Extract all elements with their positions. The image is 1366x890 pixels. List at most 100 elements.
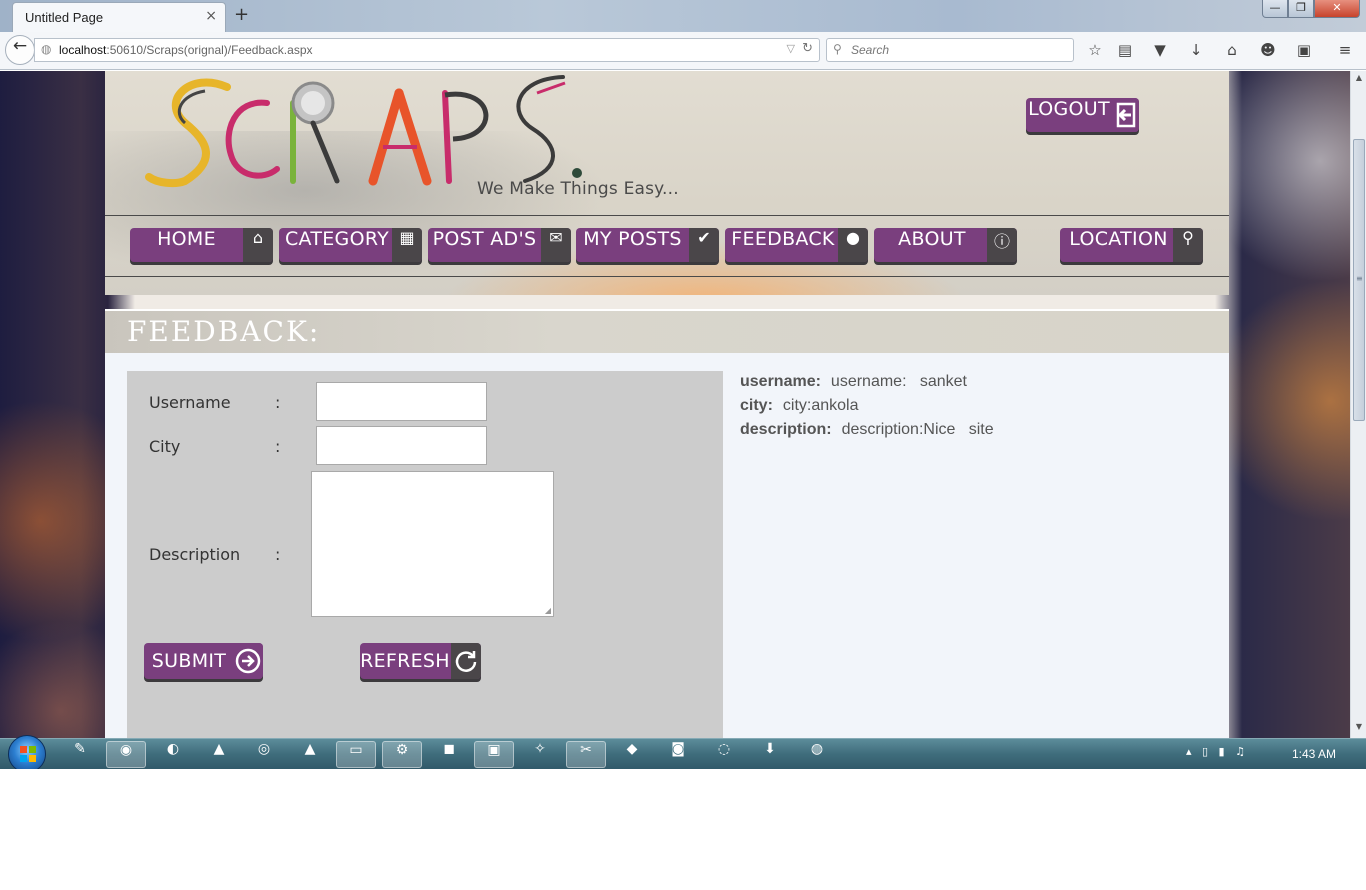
taskbar-clock[interactable]: 1:43 AM [1292, 747, 1336, 761]
blank-area [0, 769, 1366, 890]
nav-about-label: ABOUT [898, 228, 966, 250]
grid-icon: ▦ [392, 228, 422, 262]
scroll-down-icon[interactable]: ▼ [1353, 722, 1365, 734]
nav-my-posts[interactable]: MY POSTS ✔ [576, 228, 719, 262]
detail-username-row: username: username: sanket [740, 373, 994, 397]
arrow-circle-right-icon [233, 643, 263, 679]
paint-taskbar-icon[interactable]: ✧ [520, 741, 560, 768]
map-pin-icon: ⚲ [1173, 228, 1203, 262]
vlc-taskbar-icon[interactable]: ▲ [290, 741, 330, 768]
site-container: We Make Things Easy... LOGOUT HOME ⌂ CAT… [105, 71, 1229, 738]
detail-description-value: description:Nice site [841, 421, 994, 438]
sql-taskbar-icon[interactable]: ▣ [474, 741, 514, 768]
detail-description-row: description: description:Nice site [740, 421, 994, 445]
new-tab-button[interactable]: + [234, 4, 249, 25]
url-host: localhost [59, 43, 107, 57]
menu-icon[interactable]: ≡ [1334, 40, 1356, 62]
app-taskbar-icon[interactable]: ◎ [244, 741, 284, 768]
page-scrollbar[interactable]: ▲ ≡ ▼ [1350, 71, 1366, 738]
nav-about[interactable]: ABOUT ⓘ [874, 228, 1017, 262]
submit-label: SUBMIT [151, 650, 227, 672]
extension-icon[interactable]: ▣ [1293, 40, 1315, 62]
username-colon: : [275, 393, 281, 412]
logout-icon [1113, 98, 1139, 132]
skype-taskbar-icon[interactable]: ◌ [704, 741, 744, 768]
window-close-button[interactable]: ✕ [1314, 0, 1360, 18]
speech-bubble-icon: ● [838, 228, 868, 262]
info-icon: ⓘ [987, 228, 1017, 262]
tab-strip: Untitled Page × + — ❐ ✕ [0, 0, 1366, 32]
nav-post-ads-label: POST AD'S [432, 228, 537, 250]
pocket-icon[interactable]: ▼ [1149, 40, 1171, 62]
search-icon: ⚲ [833, 42, 842, 56]
refresh-button[interactable]: REFRESH [360, 643, 481, 679]
username-label: Username [149, 393, 231, 412]
feedback-header: FEEDBACK: [105, 309, 1229, 353]
downloader-taskbar-icon[interactable]: ⬇ [750, 741, 790, 768]
page-title: FEEDBACK: [127, 315, 321, 348]
scroll-thumb[interactable]: ≡ [1353, 139, 1365, 421]
scraps-logo [145, 75, 582, 188]
nav-my-posts-label: MY POSTS [583, 228, 682, 250]
submit-button[interactable]: SUBMIT [144, 643, 263, 679]
browser-chrome: Untitled Page × + — ❐ ✕ ← ◍ localhost:50… [0, 0, 1366, 70]
nav-category-label: CATEGORY [284, 228, 390, 250]
system-tray[interactable]: ▴ ▯ ▮ ♫ [1186, 745, 1245, 758]
visual-studio-taskbar-icon[interactable]: ◆ [612, 741, 652, 768]
main-nav: HOME ⌂ CATEGORY ▦ POST AD'S ✉ MY POSTS ✔… [105, 215, 1229, 277]
nav-post-ads[interactable]: POST AD'S ✉ [428, 228, 571, 262]
refresh-label: REFRESH [360, 650, 450, 672]
reload-icon[interactable]: ↻ [802, 41, 813, 56]
url-path: :50610/Scraps(orignal)/Feedback.aspx [106, 43, 313, 57]
nav-feedback-label: FEEDBACK [731, 228, 835, 250]
nav-home[interactable]: HOME ⌂ [130, 228, 273, 262]
browser-navbar: ← ◍ localhost:50610/Scraps(orignal)/Feed… [0, 32, 1366, 70]
tool-taskbar-icon[interactable]: ⚙ [382, 741, 422, 768]
resize-handle-icon[interactable]: ◢ [545, 606, 551, 615]
eclipse-taskbar-icon[interactable]: ◐ [153, 741, 193, 768]
explorer-taskbar-icon[interactable]: ▭ [336, 741, 376, 768]
window-minimize-button[interactable]: — [1262, 0, 1288, 18]
search-bar[interactable]: ⚲ Search [826, 38, 1074, 62]
page-viewport: We Make Things Easy... LOGOUT HOME ⌂ CAT… [0, 71, 1350, 738]
windows-taskbar: ✎ ◉ ◐ ▲ ◎ ▲ ▭ ⚙ ◼ ▣ ✧ ✂ ◆ ◙ ◌ ⬇ ◍ ▴ ▯ ▮ … [0, 735, 1366, 773]
tab-close-icon[interactable]: × [205, 8, 217, 24]
dreamweaver-taskbar-icon[interactable]: ◼ [429, 741, 469, 768]
nav-category[interactable]: CATEGORY ▦ [279, 228, 422, 262]
logout-label: LOGOUT [1028, 98, 1110, 120]
logout-button[interactable]: LOGOUT [1026, 98, 1139, 132]
update-taskbar-icon[interactable]: ◙ [658, 741, 698, 768]
feedback-details: username: username: sanket city: city:anko… [740, 373, 994, 445]
refresh-icon [451, 643, 481, 679]
username-input[interactable] [316, 382, 487, 421]
bookmark-star-icon[interactable]: ☆ [1084, 40, 1106, 62]
download-icon[interactable]: ↓ [1185, 40, 1207, 62]
window-maximize-button[interactable]: ❐ [1288, 0, 1314, 18]
start-button[interactable] [8, 735, 46, 773]
android-taskbar-icon[interactable]: ▲ [199, 741, 239, 768]
url-bar[interactable]: ◍ localhost:50610/Scraps(orignal)/Feedba… [34, 38, 820, 62]
url-dropdown-icon[interactable]: ▽ [787, 42, 795, 55]
nav-feedback[interactable]: FEEDBACK ● [725, 228, 868, 262]
hello-icon[interactable]: ☻ [1257, 40, 1279, 62]
nav-home-label: HOME [157, 228, 216, 250]
browser-tab[interactable]: Untitled Page × [12, 2, 226, 32]
detail-city-row: city: city:ankola [740, 397, 994, 421]
nav-location[interactable]: LOCATION ⚲ [1060, 228, 1203, 262]
reading-list-icon[interactable]: ▤ [1114, 40, 1136, 62]
home-icon: ⌂ [243, 228, 273, 262]
notepad-taskbar-icon[interactable]: ✎ [60, 741, 100, 768]
home-icon[interactable]: ⌂ [1221, 40, 1243, 62]
back-arrow-icon[interactable]: ← [5, 35, 35, 65]
description-textarea[interactable]: ◢ [311, 471, 554, 617]
detail-username-value: username: sanket [830, 373, 967, 390]
chrome-taskbar-icon[interactable]: ◍ [797, 741, 837, 768]
firefox-taskbar-icon[interactable]: ◉ [106, 741, 146, 768]
detail-description-key: description: [740, 421, 832, 438]
city-input[interactable] [316, 426, 487, 465]
scroll-up-icon[interactable]: ▲ [1353, 73, 1365, 85]
nav-location-label: LOCATION [1069, 228, 1168, 250]
tools-taskbar-icon[interactable]: ✂ [566, 741, 606, 768]
globe-icon: ◍ [41, 42, 52, 56]
url-text[interactable]: localhost:50610/Scraps(orignal)/Feedback… [59, 43, 313, 57]
